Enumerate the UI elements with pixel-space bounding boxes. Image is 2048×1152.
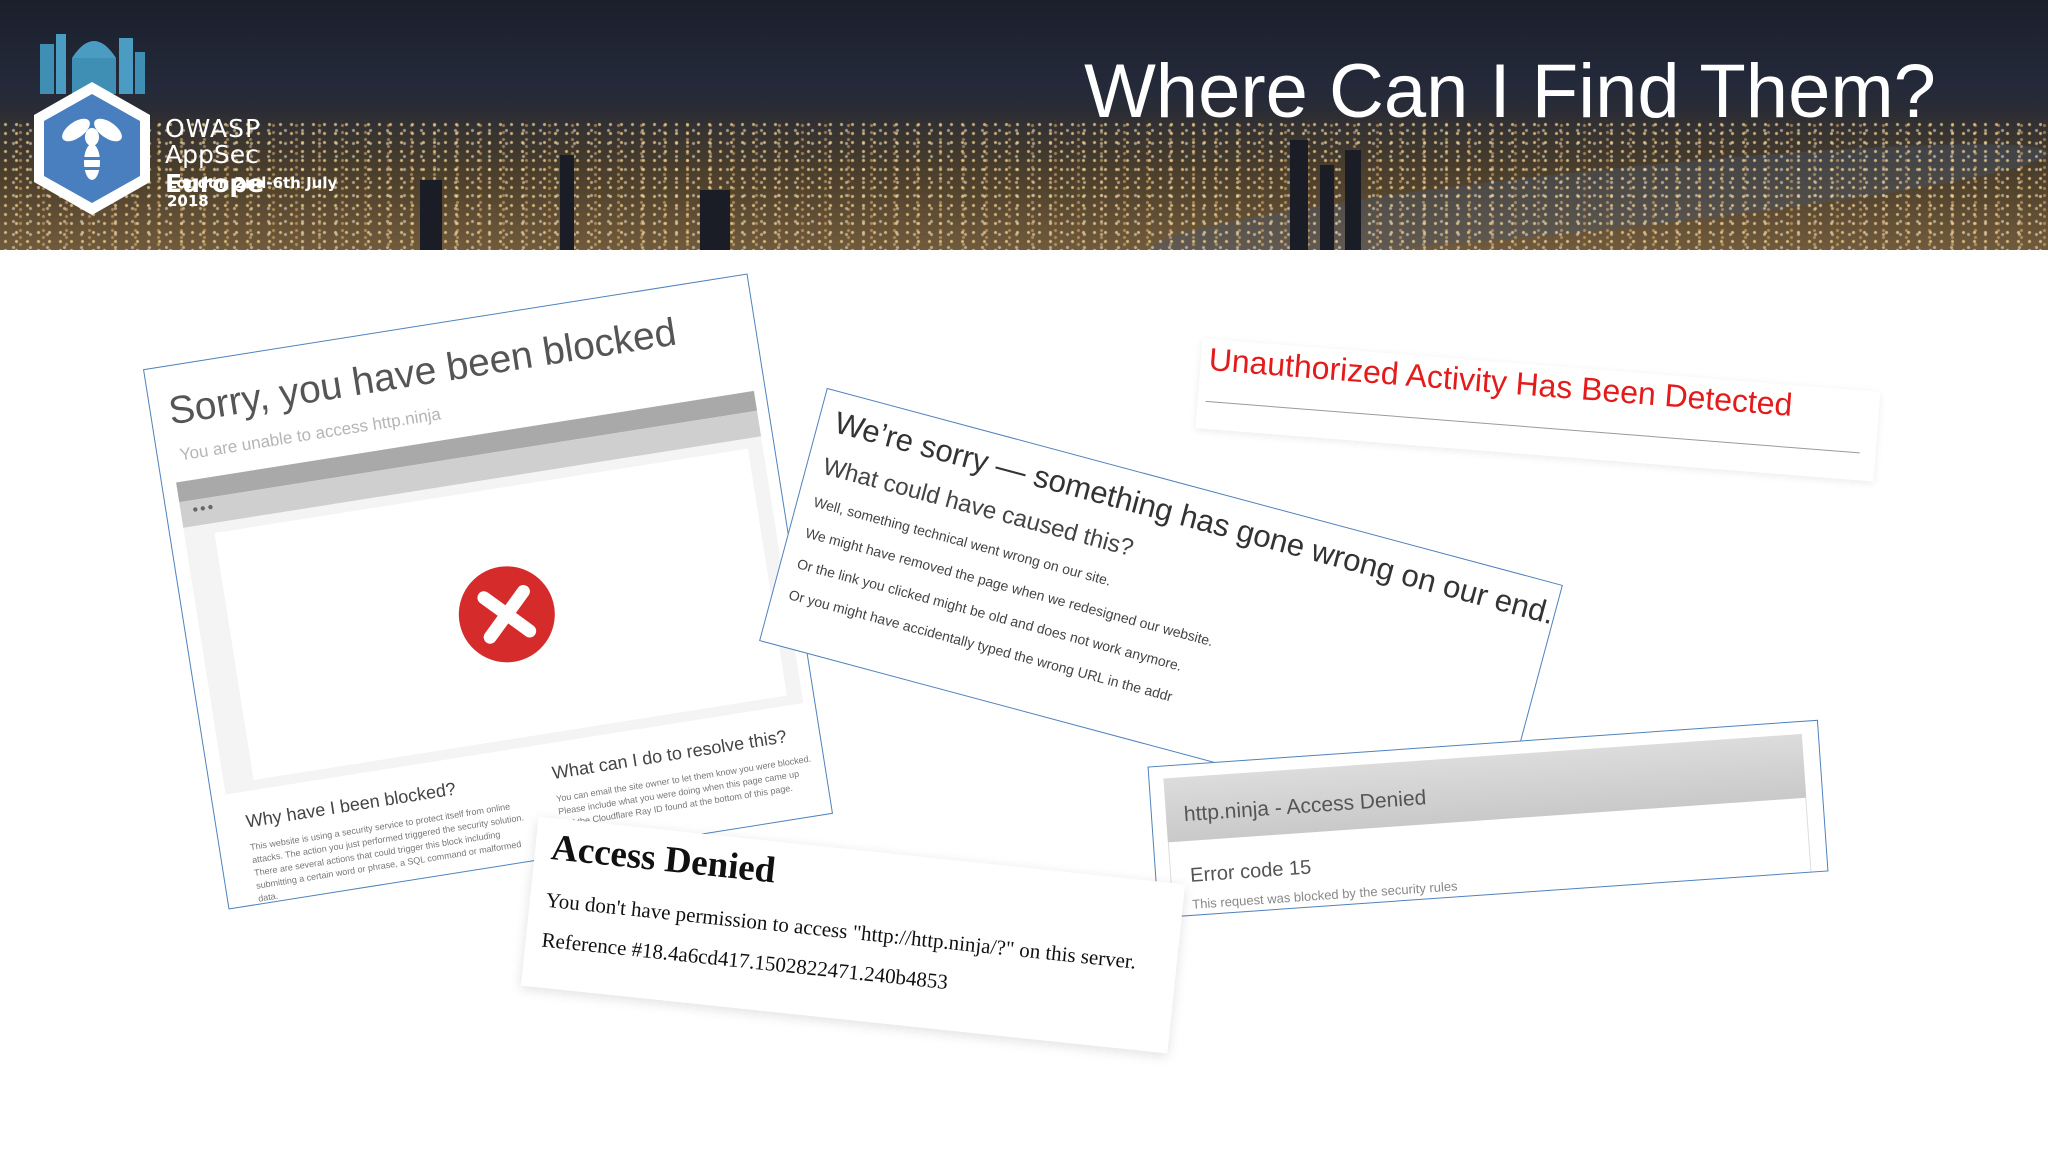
access-denied-screenshot: Access Denied You don't have permission … bbox=[520, 816, 1186, 1054]
browser-dots-icon: ••• bbox=[191, 498, 217, 520]
skyline-tower bbox=[1345, 150, 1361, 250]
skyline-tower bbox=[1290, 140, 1308, 250]
owasp-wordmark: OWASP bbox=[165, 114, 262, 143]
red-x-circle-icon bbox=[458, 566, 555, 663]
slide-title: Where Can I Find Them? bbox=[1084, 49, 1936, 134]
skyline-tower bbox=[560, 155, 574, 250]
appsec-word-regular: AppSec bbox=[165, 140, 259, 169]
skyline-tower bbox=[420, 180, 442, 250]
sorry-blocked-screenshot: Sorry, you have been blocked You are una… bbox=[142, 273, 834, 910]
owasp-appsec-logo: OWASP AppSec Europe London 2nd-6th July … bbox=[22, 22, 362, 232]
unauthorized-screenshot: Unauthorized Activity Has Been Detected bbox=[1195, 338, 1881, 482]
unauthorized-message: Unauthorized Activity Has Been Detected bbox=[1207, 341, 1794, 423]
skyline-tower bbox=[700, 190, 730, 250]
access-denied-heading: Access Denied bbox=[549, 827, 778, 892]
skyline-tower bbox=[1320, 165, 1334, 250]
owasp-wasp-icon bbox=[34, 34, 150, 215]
event-dates: London 2nd-6th July 2018 bbox=[167, 174, 338, 210]
